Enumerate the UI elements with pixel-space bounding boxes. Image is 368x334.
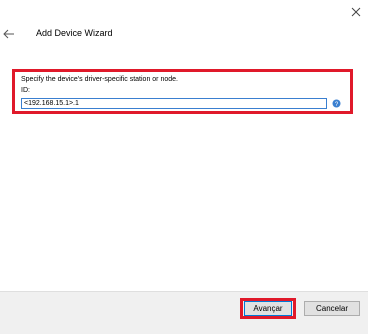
help-icon[interactable]: ? (332, 99, 341, 108)
id-label: ID: (21, 87, 30, 94)
next-button[interactable]: Avançar (244, 301, 292, 316)
back-button[interactable] (2, 27, 16, 41)
wizard-title: Add Device Wizard (36, 28, 113, 38)
close-icon (351, 7, 361, 17)
cancel-button[interactable]: Cancelar (304, 301, 360, 316)
id-input[interactable] (21, 98, 327, 109)
instruction-text: Specify the device's driver-specific sta… (21, 76, 178, 83)
back-arrow-icon (3, 29, 14, 39)
close-button[interactable] (348, 4, 364, 20)
